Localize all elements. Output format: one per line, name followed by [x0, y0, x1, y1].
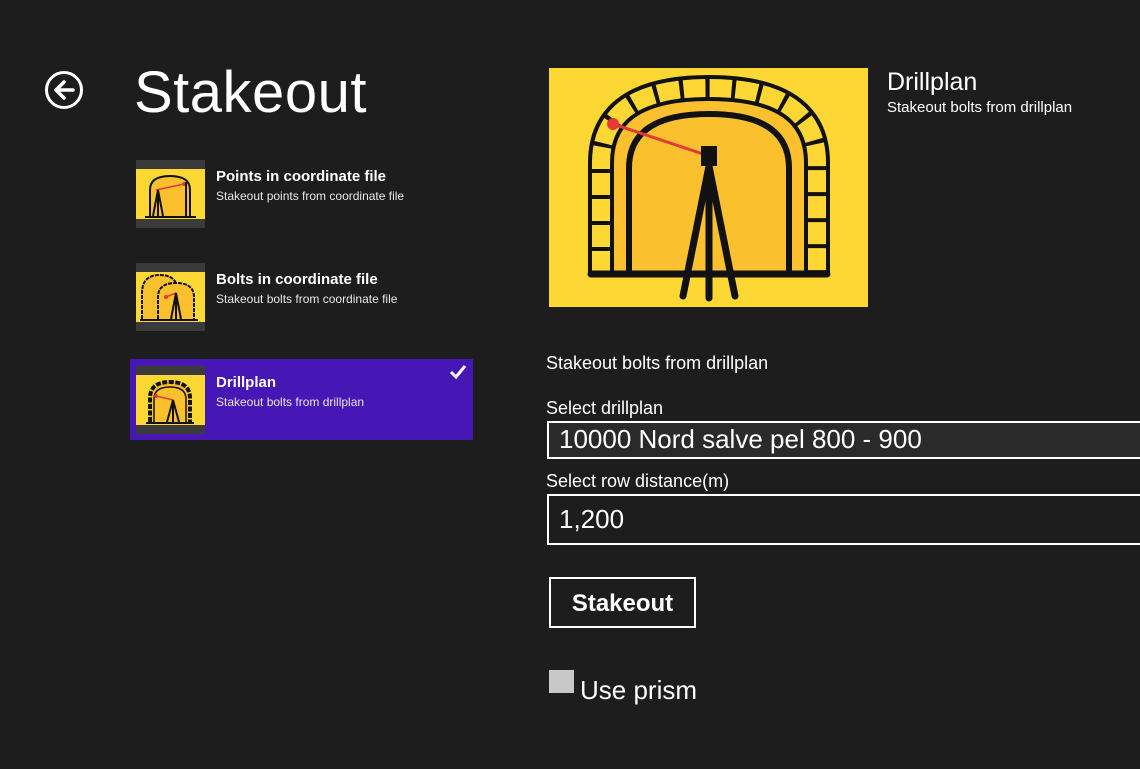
list-item-bolts[interactable]: Bolts in coordinate file Stakeout bolts … [130, 256, 473, 337]
list-item-subtitle: Stakeout bolts from coordinate file [216, 292, 398, 306]
check-icon [449, 365, 467, 380]
drillplan-tunnel-icon [549, 68, 868, 307]
tunnel-drillplan-icon [136, 366, 205, 434]
list-item-subtitle: Stakeout points from coordinate file [216, 189, 405, 203]
list-item-title: Drillplan [216, 374, 277, 391]
list-item-title: Points in coordinate file [216, 168, 387, 185]
detail-subtitle: Stakeout bolts from drillplan [887, 99, 1073, 116]
row-distance-input[interactable]: 1,200 [547, 494, 1140, 545]
tunnel-points-icon [136, 160, 205, 228]
use-prism-checkbox[interactable] [549, 670, 574, 693]
list-item-drillplan[interactable]: Drillplan Stakeout bolts from drillplan [130, 359, 473, 440]
back-arrow-icon[interactable] [44, 70, 84, 110]
page-title: Stakeout [134, 60, 367, 125]
tunnel-bolts-icon [136, 263, 205, 331]
detail-description: Stakeout bolts from drillplan [546, 353, 769, 373]
detail-title: Drillplan [887, 68, 978, 96]
drillplan-select[interactable]: 10000 Nord salve pel 800 - 900 [547, 421, 1140, 459]
list-item-title: Bolts in coordinate file [216, 271, 378, 288]
use-prism-label: Use prism [580, 675, 698, 705]
list-item-points[interactable]: Points in coordinate file Stakeout point… [130, 153, 473, 234]
stakeout-method-list: Points in coordinate file Stakeout point… [130, 153, 473, 462]
list-item-subtitle: Stakeout bolts from drillplan [216, 395, 365, 409]
drillplan-label: Select drillplan [546, 398, 664, 418]
row-distance-label: Select row distance(m) [546, 471, 730, 491]
stakeout-button[interactable]: Stakeout [549, 577, 696, 628]
